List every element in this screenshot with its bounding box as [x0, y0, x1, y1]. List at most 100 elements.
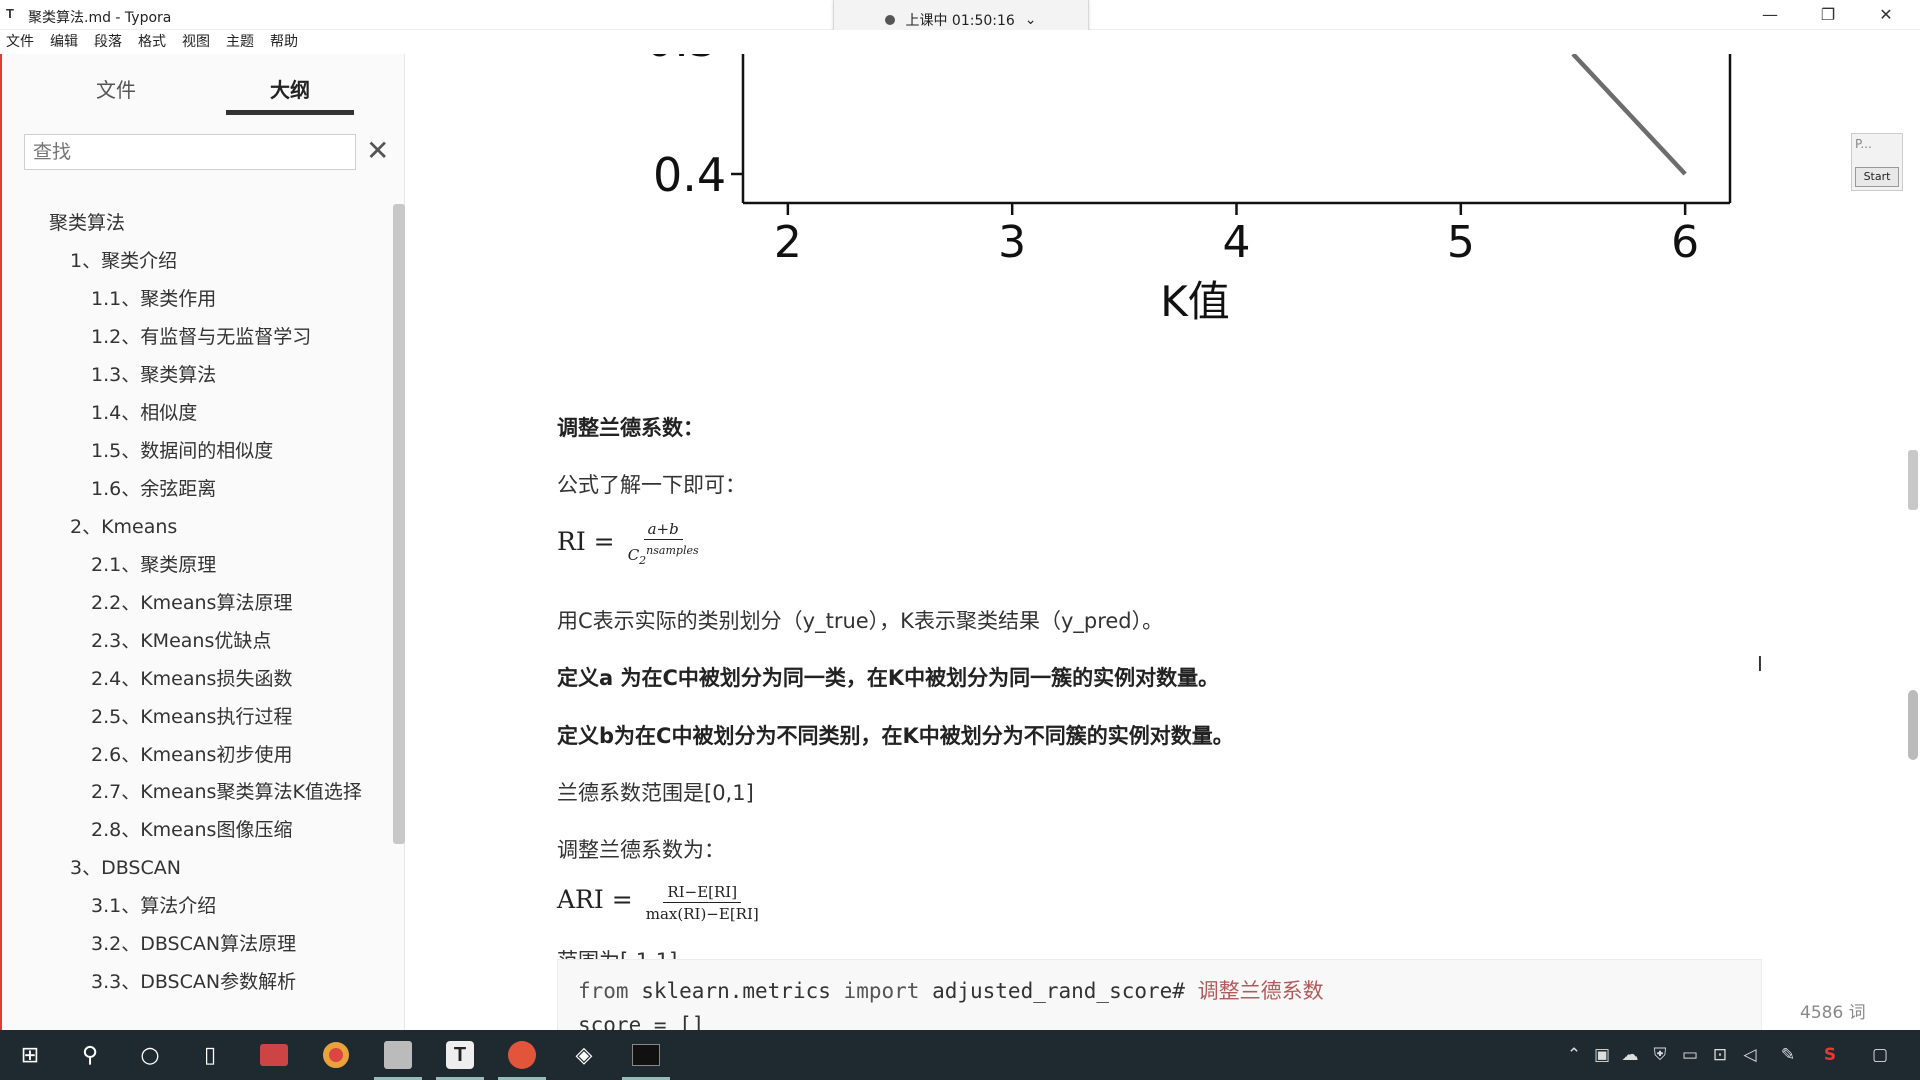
chrome-icon[interactable]: [306, 1030, 366, 1080]
taskbar-app-paint-icon[interactable]: [368, 1030, 428, 1080]
tray-security-icon[interactable]: ⛨: [1646, 1030, 1674, 1080]
chart-y-tick-label-cut: 0.5: [645, 54, 718, 67]
paragraph-ri-range: 兰德系数范围是[0,1]: [557, 781, 754, 805]
sidebar-footer: ‹: [2, 994, 430, 1030]
outline-item[interactable]: 2.6、Kmeans初步使用: [2, 736, 394, 774]
outline-item[interactable]: 1.6、余弦距离: [2, 470, 394, 508]
terminal-icon[interactable]: [616, 1030, 676, 1080]
code-block[interactable]: from sklearn.metrics import adjusted_ran…: [557, 959, 1762, 1030]
chevron-down-icon: ⌄: [1024, 11, 1037, 28]
menu-edit[interactable]: 编辑: [50, 30, 78, 54]
recording-label: 上课中 01:50:16: [905, 12, 1015, 29]
taskbar: ⊞ ⚲ ○ ▯ T ◈ ⌃ ▣ ☁ ⛨ ▭ ⊡ ◁ ✎ S ▢: [0, 1030, 1920, 1080]
paragraph-intro: 公式了解一下即可：: [557, 473, 746, 497]
close-button[interactable]: ✕: [1864, 2, 1908, 28]
tray-app-icon[interactable]: ▣: [1588, 1030, 1616, 1080]
chart-x-tick-label: 3: [998, 217, 1026, 268]
recorder-widget-label: P...: [1855, 137, 1872, 151]
outline-item[interactable]: 3.2、DBSCAN算法原理: [2, 925, 394, 963]
chart-x-label: K值: [1160, 277, 1230, 326]
tab-files[interactable]: 文件: [52, 70, 180, 110]
outline-item[interactable]: 1、聚类介绍: [2, 242, 394, 280]
menu-view[interactable]: 视图: [182, 30, 210, 54]
typora-taskbar-icon[interactable]: T: [430, 1030, 490, 1080]
tab-outline[interactable]: 大纲: [226, 70, 354, 115]
menu-theme[interactable]: 主题: [226, 30, 254, 54]
chart-x-tick-label: 2: [774, 217, 802, 268]
maximize-button[interactable]: ❐: [1806, 2, 1850, 28]
tray-chevron-up-icon[interactable]: ⌃: [1560, 1030, 1588, 1080]
paragraph-ari-intro: 调整兰德系数为：: [557, 838, 725, 862]
menu-format[interactable]: 格式: [138, 30, 166, 54]
chart-series-line: [1571, 54, 1687, 176]
ari-formula-lhs: ARI =: [557, 885, 633, 914]
paragraph-def-b: 定义b为在C中被划分为不同类别，在K中被划分为不同簇的实例对数量。: [557, 724, 1234, 748]
outline-item[interactable]: 2.1、聚类原理: [2, 546, 394, 584]
window-title: 聚类算法.md - Typora: [28, 10, 172, 26]
menu-bar: 文件 编辑 段落 格式 视图 主题 帮助: [0, 30, 1920, 54]
word-count[interactable]: 4586 词: [1800, 998, 1866, 1023]
ari-formula-numerator: RI−E[RI]: [663, 882, 742, 903]
chart-x-tick-label: 6: [1671, 217, 1699, 268]
clear-search-icon[interactable]: ✕: [366, 134, 389, 168]
powerpoint-icon[interactable]: [492, 1030, 552, 1080]
menu-file[interactable]: 文件: [6, 30, 34, 54]
chart-y-tick-label: 0.4: [653, 148, 726, 202]
ari-formula-denominator: max(RI)−E[RI]: [645, 905, 759, 923]
menu-paragraph[interactable]: 段落: [94, 30, 122, 54]
outline-item[interactable]: 聚类算法: [2, 204, 394, 242]
onedrive-icon[interactable]: ☁: [1616, 1030, 1644, 1080]
editor-scrollbar[interactable]: [1908, 450, 1918, 510]
search-icon[interactable]: ⚲: [60, 1030, 120, 1080]
taskbar-app-red-icon[interactable]: [244, 1030, 304, 1080]
typora-app-icon: T: [6, 6, 14, 21]
outline-item[interactable]: 1.2、有监督与无监督学习: [2, 318, 394, 356]
outline-search-input[interactable]: [24, 134, 356, 170]
outline-item[interactable]: 2.8、Kmeans图像压缩: [2, 811, 394, 849]
outline-item[interactable]: 2.7、Kmeans聚类算法K值选择: [2, 774, 362, 811]
taskbar-app-cube-icon[interactable]: ◈: [554, 1030, 614, 1080]
ari-formula: ARI = RI−E[RI] max(RI)−E[RI]: [557, 882, 759, 925]
editor-scrollbar-handle[interactable]: [1908, 690, 1918, 760]
outline-item[interactable]: 2、Kmeans: [2, 508, 394, 546]
volume-icon[interactable]: ◁: [1736, 1030, 1764, 1080]
code-line-1: from sklearn.metrics import adjusted_ran…: [578, 979, 1324, 1003]
outline-item[interactable]: 3、DBSCAN: [2, 849, 394, 887]
cortana-icon[interactable]: ○: [120, 1030, 180, 1080]
notification-icon[interactable]: ▢: [1866, 1030, 1894, 1080]
recorder-widget: P... Start: [1851, 133, 1903, 191]
menu-help[interactable]: 帮助: [270, 30, 298, 54]
battery-icon[interactable]: ▭: [1676, 1030, 1704, 1080]
outline-item[interactable]: 3.1、算法介绍: [2, 887, 394, 925]
pen-icon[interactable]: ✎: [1774, 1030, 1802, 1080]
network-icon[interactable]: ⊡: [1706, 1030, 1734, 1080]
heading-ari: 调整兰德系数：: [557, 416, 704, 440]
paragraph-c-k: 用C表示实际的类别划分（y_true），K表示聚类结果（y_pred）。: [557, 609, 1164, 633]
windows-start-icon[interactable]: ⊞: [0, 1030, 60, 1080]
code-line-2: score = []: [578, 1013, 705, 1030]
k-value-chart: 0.4 0.5 2 3 4 5 6 K值: [645, 54, 1732, 326]
outline-item[interactable]: 2.3、KMeans优缺点: [2, 622, 394, 660]
outline-item[interactable]: 1.1、聚类作用: [2, 280, 394, 318]
editor-pane[interactable]: 0.4 0.5 23456 K值 bilibili 调整兰德系数： 公式了解一下…: [405, 54, 1913, 1030]
sidebar-tabs: 文件 大纲: [2, 70, 382, 120]
task-view-icon[interactable]: ▯: [180, 1030, 240, 1080]
outline-item[interactable]: 2.5、Kmeans执行过程: [2, 698, 394, 736]
minimize-button[interactable]: —: [1748, 2, 1792, 28]
outline-item[interactable]: 2.4、Kmeans损失函数: [2, 660, 394, 698]
outline-item[interactable]: 1.5、数据间的相似度: [2, 432, 394, 470]
recorder-start-button[interactable]: Start: [1855, 167, 1899, 187]
sidebar: 文件 大纲 ✕ 聚类算法1、聚类介绍1.1、聚类作用1.2、有监督与无监督学习1…: [0, 54, 430, 1030]
outline-item[interactable]: 1.3、聚类算法: [2, 356, 394, 394]
paragraph-def-a: 定义a 为在C中被划分为同一类，在K中被划分为同一簇的实例对数量。: [557, 666, 1220, 690]
outline-list: 聚类算法 1、聚类介绍 1.1、聚类作用 1.2、有监督与无监督学习 1.3、聚类算法 1…: [2, 204, 394, 1001]
tray-sogou-icon[interactable]: S: [1816, 1030, 1844, 1080]
ri-formula: RI = a+b C2nsamples: [557, 519, 699, 572]
sidebar-scrollbar[interactable]: [393, 204, 405, 844]
text-cursor-icon: I: [1757, 652, 1763, 676]
outline-item[interactable]: 2.2、Kmeans算法原理: [2, 584, 394, 622]
outline-item[interactable]: 1.4、相似度: [2, 394, 394, 432]
chart-x-ticks: 2 3 4 5 6: [774, 203, 1699, 268]
chart-x-tick-label: 4: [1223, 217, 1251, 268]
ri-formula-denominator: C2nsamples: [627, 544, 699, 567]
